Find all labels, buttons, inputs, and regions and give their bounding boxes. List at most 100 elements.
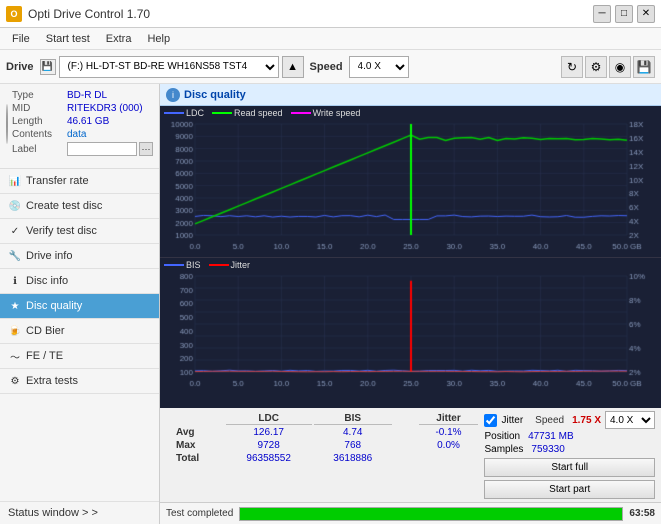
nav-label-drive-info: Drive info <box>26 250 72 262</box>
label-input[interactable] <box>67 142 137 156</box>
sidebar-item-disc-info[interactable]: ℹ Disc info <box>0 269 159 294</box>
contents-value: data <box>67 129 86 140</box>
jitter-speed-area: Jitter Speed 1.75 X 4.0 X Position 47731… <box>484 411 655 455</box>
extra-tests-icon: ⚙ <box>8 374 22 388</box>
maximize-button[interactable]: □ <box>615 5 633 23</box>
erase-icon[interactable]: ◉ <box>609 56 631 78</box>
max-bis: 768 <box>314 440 392 451</box>
eject-button[interactable]: ▲ <box>282 56 304 78</box>
avg-bis: 4.74 <box>314 427 392 438</box>
right-controls: Jitter Speed 1.75 X 4.0 X Position 47731… <box>484 411 655 499</box>
sidebar-item-disc-quality[interactable]: ★ Disc quality <box>0 294 159 319</box>
length-value: 46.61 GB <box>67 116 109 127</box>
length-label: Length <box>12 116 67 127</box>
mid-label: MID <box>12 103 67 114</box>
ldc-legend-label: LDC <box>186 108 204 118</box>
toolbar-icons: ↻ ⚙ ◉ 💾 <box>561 56 655 78</box>
progress-bar-fill <box>240 508 622 520</box>
nav-label-disc-quality: Disc quality <box>26 300 82 312</box>
jitter-legend-label: Jitter <box>231 260 251 270</box>
jitter-checkbox[interactable] <box>484 414 497 427</box>
start-part-button[interactable]: Start part <box>484 480 655 499</box>
speed-label: Speed <box>310 61 343 73</box>
nav-label-disc-info: Disc info <box>26 275 68 287</box>
total-bis: 3618886 <box>314 453 392 464</box>
status-window-button[interactable]: Status window > > <box>0 501 159 524</box>
top-chart-canvas <box>160 106 657 251</box>
drive-select[interactable]: (F:) HL-DT-ST BD-RE WH16NS58 TST4 <box>59 56 279 78</box>
nav-label-extra-tests: Extra tests <box>26 375 78 387</box>
disc-contents-row: Contents data <box>12 129 153 140</box>
content-area: i Disc quality LDC Read speed Write spee… <box>160 84 661 524</box>
sidebar-bottom: Status window > > <box>0 501 159 524</box>
verify-test-disc-icon: ✓ <box>8 224 22 238</box>
refresh-icon[interactable]: ↻ <box>561 56 583 78</box>
disc-info-icon: ℹ <box>8 274 22 288</box>
drive-info-icon: 🔧 <box>8 249 22 263</box>
type-label: Type <box>12 90 67 101</box>
sidebar-item-verify-test-disc[interactable]: ✓ Verify test disc <box>0 219 159 244</box>
max-jitter: 0.0% <box>419 440 479 451</box>
sidebar-item-cd-bier[interactable]: 🍺 CD Bier <box>0 319 159 344</box>
disc-mid-row: MID RITEKDR3 (000) <box>12 103 153 114</box>
cd-bier-icon: 🍺 <box>8 324 22 338</box>
stats-table: LDC BIS Jitter Avg 126.17 4.74 -0.1% Max <box>166 411 480 466</box>
menu-start-test[interactable]: Start test <box>38 31 98 47</box>
stats-avg-row: Avg 126.17 4.74 -0.1% <box>168 427 478 438</box>
speed-select-stats[interactable]: 4.0 X <box>605 411 655 429</box>
disc-label-row: Label ⋯ <box>12 142 153 156</box>
status-time: 63:58 <box>629 508 655 519</box>
write-speed-legend-dot <box>291 112 311 114</box>
legend-write-speed: Write speed <box>291 108 361 118</box>
drive-label: Drive <box>6 61 34 73</box>
nav-label-create-test-disc: Create test disc <box>26 200 102 212</box>
title-bar: O Opti Drive Control 1.70 ─ □ ✕ <box>0 0 661 28</box>
position-row: Position 47731 MB <box>484 431 655 442</box>
speed-select[interactable]: 4.0 X <box>349 56 409 78</box>
sidebar-item-create-test-disc[interactable]: 💿 Create test disc <box>0 194 159 219</box>
sidebar: Type BD-R DL MID RITEKDR3 (000) Length 4… <box>0 84 160 524</box>
menu-extra[interactable]: Extra <box>98 31 140 47</box>
settings-icon[interactable]: ⚙ <box>585 56 607 78</box>
app-title: Opti Drive Control 1.70 <box>28 7 150 21</box>
chart-title: Disc quality <box>184 89 246 101</box>
total-label: Total <box>168 453 224 464</box>
bis-legend-label: BIS <box>186 260 201 270</box>
start-full-button[interactable]: Start full <box>484 458 655 477</box>
menu-bar: File Start test Extra Help <box>0 28 661 50</box>
drive-icon: 💾 <box>40 59 56 75</box>
sidebar-item-extra-tests[interactable]: ⚙ Extra tests <box>0 369 159 394</box>
nav-label-transfer-rate: Transfer rate <box>26 175 89 187</box>
ldc-legend-dot <box>164 112 184 114</box>
bis-legend-dot <box>164 264 184 266</box>
label-btn[interactable]: ⋯ <box>139 142 153 156</box>
contents-label: Contents <box>12 129 67 140</box>
minimize-button[interactable]: ─ <box>593 5 611 23</box>
sidebar-item-fe-te[interactable]: 〜 FE / TE <box>0 344 159 369</box>
create-test-disc-icon: 💿 <box>8 199 22 213</box>
main-layout: Type BD-R DL MID RITEKDR3 (000) Length 4… <box>0 84 661 524</box>
app-icon: O <box>6 6 22 22</box>
read-speed-legend-dot <box>212 112 232 114</box>
disc-fields: Type BD-R DL MID RITEKDR3 (000) Length 4… <box>12 90 153 158</box>
legend-read-speed: Read speed <box>212 108 283 118</box>
jitter-row: Jitter Speed 1.75 X 4.0 X <box>484 411 655 429</box>
jitter-label: Jitter <box>501 415 523 426</box>
bottom-chart-canvas <box>160 258 657 388</box>
bottom-status-bar: Test completed 63:58 <box>160 502 661 524</box>
sidebar-item-drive-info[interactable]: 🔧 Drive info <box>0 244 159 269</box>
nav-label-fe-te: FE / TE <box>26 350 63 362</box>
jitter-col-header: Jitter <box>419 413 479 425</box>
ldc-col-header: LDC <box>226 413 312 425</box>
save-icon[interactable]: 💾 <box>633 56 655 78</box>
fe-te-icon: 〜 <box>8 349 22 363</box>
close-button[interactable]: ✕ <box>637 5 655 23</box>
menu-help[interactable]: Help <box>139 31 178 47</box>
bottom-chart: BIS Jitter <box>160 258 661 409</box>
max-ldc: 9728 <box>226 440 312 451</box>
menu-file[interactable]: File <box>4 31 38 47</box>
sidebar-item-transfer-rate[interactable]: 📊 Transfer rate <box>0 169 159 194</box>
window-controls[interactable]: ─ □ ✕ <box>593 5 655 23</box>
max-label: Max <box>168 440 224 451</box>
samples-row: Samples 759330 <box>484 444 655 455</box>
